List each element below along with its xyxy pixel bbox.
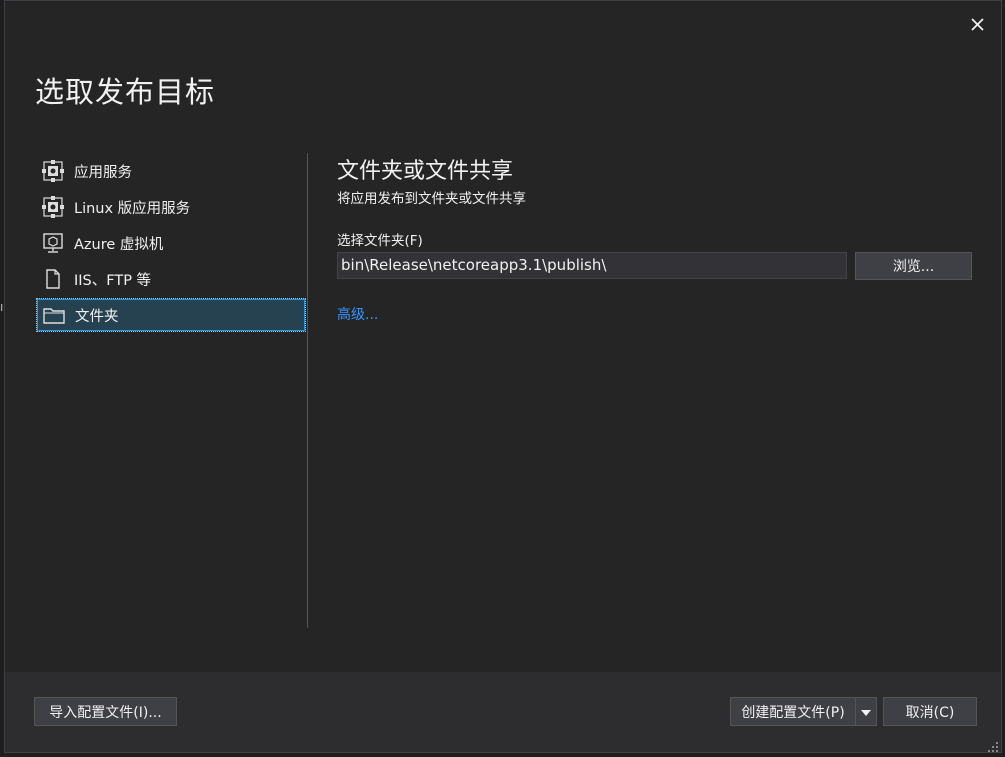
sidebar-item-label: Azure 虚拟机 xyxy=(74,236,164,253)
sidebar-item-label: 应用服务 xyxy=(74,164,132,181)
app-service-icon xyxy=(41,159,65,183)
panel-heading: 文件夹或文件共享 xyxy=(337,159,514,184)
sidebar-item-folder[interactable]: 文件夹 xyxy=(36,298,306,332)
vertical-divider xyxy=(307,153,308,628)
chevron-down-icon xyxy=(861,704,871,720)
dialog-footer: 导入配置文件(I)... 创建配置文件(P) 取消(C) xyxy=(5,672,1001,752)
publish-dialog: 选取发布目标 应用服务 Linux 版应用服务 Azure 虚拟机 IIS、FT… xyxy=(4,0,1002,753)
browse-button[interactable]: 浏览... xyxy=(855,252,972,280)
background-edge-glyph: ı xyxy=(0,300,4,314)
sidebar-item-app-service-linux[interactable]: Linux 版应用服务 xyxy=(36,190,306,224)
sidebar-item-label: Linux 版应用服务 xyxy=(74,200,191,217)
dialog-title: 选取发布目标 xyxy=(35,75,216,109)
document-icon xyxy=(41,267,65,291)
close-icon[interactable] xyxy=(968,15,988,35)
sidebar-item-iis-ftp[interactable]: IIS、FTP 等 xyxy=(36,262,306,296)
folder-field-label: 选择文件夹(F) xyxy=(337,233,423,249)
folder-path-input[interactable]: bin\Release\netcoreapp3.1\publish\ xyxy=(337,252,847,279)
folder-settings-panel: 文件夹或文件共享 将应用发布到文件夹或文件共享 选择文件夹(F) bin\Rel… xyxy=(337,153,977,323)
virtual-machine-icon xyxy=(41,231,65,255)
cancel-button[interactable]: 取消(C) xyxy=(883,697,977,726)
sidebar-item-azure-vm[interactable]: Azure 虚拟机 xyxy=(36,226,306,260)
sidebar-item-app-service[interactable]: 应用服务 xyxy=(36,154,306,188)
advanced-link[interactable]: 高级... xyxy=(337,304,378,324)
create-profile-button[interactable]: 创建配置文件(P) xyxy=(730,697,856,726)
panel-description: 将应用发布到文件夹或文件共享 xyxy=(337,191,526,207)
import-profile-button[interactable]: 导入配置文件(I)... xyxy=(34,697,177,726)
sidebar-item-label: IIS、FTP 等 xyxy=(74,272,152,289)
create-profile-dropdown-button[interactable] xyxy=(855,697,877,726)
folder-icon xyxy=(42,303,66,327)
publish-target-list: 应用服务 Linux 版应用服务 Azure 虚拟机 IIS、FTP 等 文件夹 xyxy=(36,154,306,334)
sidebar-item-label: 文件夹 xyxy=(75,308,119,325)
resize-grip-icon[interactable] xyxy=(987,738,999,752)
app-service-linux-icon xyxy=(41,195,65,219)
